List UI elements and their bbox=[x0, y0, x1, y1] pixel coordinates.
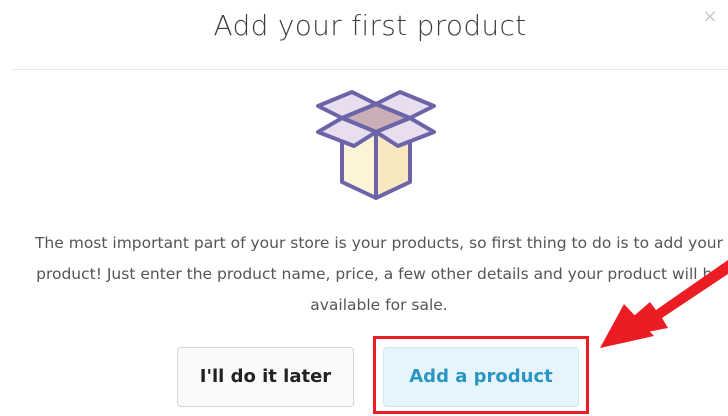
dialog-title: Add your first product bbox=[213, 9, 527, 42]
close-icon[interactable]: × bbox=[701, 8, 719, 26]
open-box-icon bbox=[316, 90, 436, 200]
header-divider bbox=[12, 69, 728, 70]
add-product-button[interactable]: Add a product bbox=[383, 347, 579, 407]
do-it-later-button[interactable]: I'll do it later bbox=[177, 347, 354, 407]
dialog-description: The most important part of your store is… bbox=[34, 234, 724, 314]
add-product-dialog: Add your first product × The most import… bbox=[0, 0, 728, 416]
